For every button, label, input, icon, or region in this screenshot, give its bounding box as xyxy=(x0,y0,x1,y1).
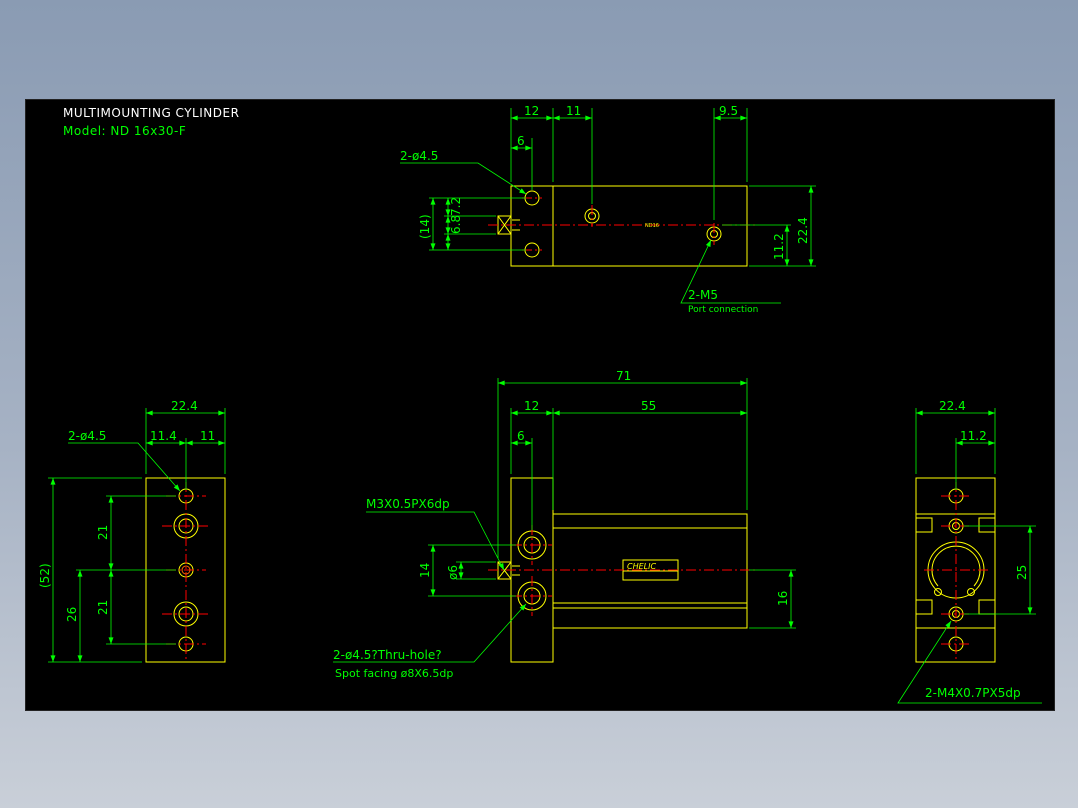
left-dim-11-4: 11.4 xyxy=(150,429,177,443)
right-dim-11-2: 11.2 xyxy=(960,429,987,443)
right-thread-callout: 2-M4X0.7PX5dp xyxy=(925,686,1021,700)
left-dim-11: 11 xyxy=(200,429,215,443)
left-view-dim-text: 22.4 11.4 11 2-ø4.5 (52) 26 21 21 xyxy=(38,399,215,622)
top-dim-6: 6 xyxy=(517,134,525,148)
front-view-dims xyxy=(333,378,796,663)
front-dim-6: 6 xyxy=(517,429,525,443)
right-view: 22.4 11.2 25 2-M4X0.7PX5dp xyxy=(897,399,1042,704)
top-dim-11: 11 xyxy=(566,104,581,118)
cad-drawing-area[interactable]: ND16 12 11 9.5 6 2-ø4.5 2-M5 Port connec… xyxy=(25,99,1055,711)
top-dim-22-4: 22.4 xyxy=(796,217,810,244)
top-dim-7-2: 7.2 xyxy=(449,197,463,216)
front-dim-16: 16 xyxy=(776,591,790,606)
front-dim-12: 12 xyxy=(524,399,539,413)
front-spot-facing: Spot facing ø8X6.5dp xyxy=(335,667,453,680)
left-view-centerlines xyxy=(162,482,210,660)
top-view-centerlines xyxy=(488,197,758,251)
left-dim-52: (52) xyxy=(38,563,52,588)
front-dim-14: 14 xyxy=(418,563,432,578)
front-thread-callout: M3X0.5PX6dp xyxy=(366,497,450,511)
cad-drawing-canvas: ND16 12 11 9.5 6 2-ø4.5 2-M5 Port connec… xyxy=(38,104,1042,704)
top-view-dim-text: 12 11 9.5 6 2-ø4.5 2-M5 Port connection … xyxy=(400,104,810,315)
top-hole-callout: 2-ø4.5 xyxy=(400,149,438,163)
body-tag: ND16 xyxy=(645,223,659,229)
right-dim-25: 25 xyxy=(1015,565,1029,580)
right-view-dims xyxy=(897,408,1042,704)
front-hole-callout: 2-ø4.5?Thru-hole? xyxy=(333,648,442,662)
left-dim-26: 26 xyxy=(65,607,79,622)
right-view-dim-text: 22.4 11.2 25 2-M4X0.7PX5dp xyxy=(925,399,1029,700)
top-dim-12: 12 xyxy=(524,104,539,118)
left-hole-callout: 2-ø4.5 xyxy=(68,429,106,443)
top-dim-9-5: 9.5 xyxy=(719,104,738,118)
top-dim-11-2: 11.2 xyxy=(772,233,786,260)
front-view-centerlines xyxy=(488,525,758,616)
left-dim-21-lower: 21 xyxy=(96,600,110,615)
left-view: 22.4 11.4 11 2-ø4.5 (52) 26 21 21 xyxy=(38,399,226,663)
model-label: Model: ND 16x30-F xyxy=(63,124,187,138)
top-port-note: Port connection xyxy=(688,305,758,315)
left-view-dims xyxy=(48,408,226,663)
right-dim-22-4: 22.4 xyxy=(939,399,966,413)
right-view-centerlines xyxy=(924,482,988,660)
top-port-callout: 2-M5 xyxy=(688,288,718,302)
front-dim-phi6: ø6 xyxy=(446,565,460,580)
top-dim-6-8: 6.8 xyxy=(449,215,463,234)
left-dim-22-4: 22.4 xyxy=(171,399,198,413)
left-dim-21-upper: 21 xyxy=(96,525,110,540)
top-dim-14: (14) xyxy=(418,214,432,239)
top-view: ND16 12 11 9.5 6 2-ø4.5 2-M5 Port connec… xyxy=(400,104,816,315)
front-dim-55: 55 xyxy=(641,399,656,413)
front-view: CHELIC 71 12 55 6 M3X0.5PX6dp 2-ø4.5?Thr… xyxy=(333,369,796,680)
front-view-dim-text: 71 12 55 6 M3X0.5PX6dp 2-ø4.5?Thru-hole?… xyxy=(333,369,790,680)
front-dim-71: 71 xyxy=(616,369,631,383)
drawing-title: MULTIMOUNTING CYLINDER xyxy=(63,106,240,120)
